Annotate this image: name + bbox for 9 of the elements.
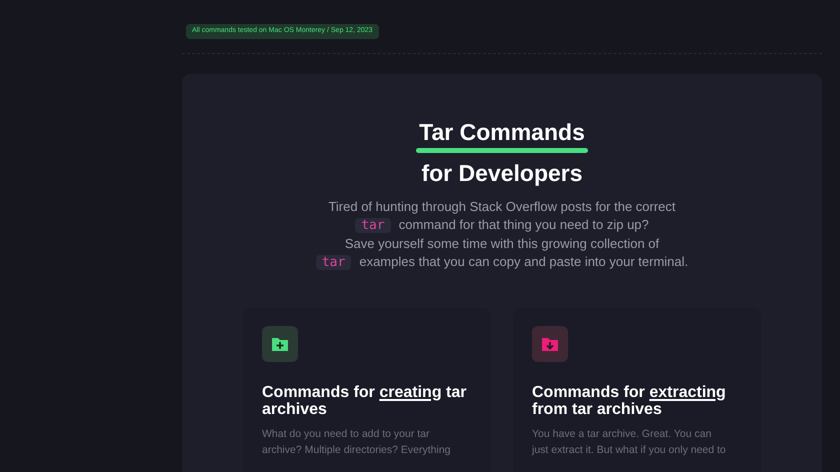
card-title: Commands for creating tar archives [262,384,468,418]
card-description: What do you need to add to your tar archive? Multiple directories? Everything [262,426,452,458]
page-subtitle: for Developers [421,158,583,188]
intro-text: Tired of hunting through Stack Overflow posts for the correct tar command for that thing you need to zip up? Save yourself some time with this growing collection of tar examples that you can copy and paste into your terminal. [316,198,688,272]
folder-download-icon [532,326,568,362]
folder-plus-icon [262,326,298,362]
card-description: You have a tar archive. Great. You can just extract it. But what if you only need to [532,426,727,458]
card-title: Commands for extracting from tar archives [532,384,727,418]
page-title: Tar Commands [419,118,585,147]
